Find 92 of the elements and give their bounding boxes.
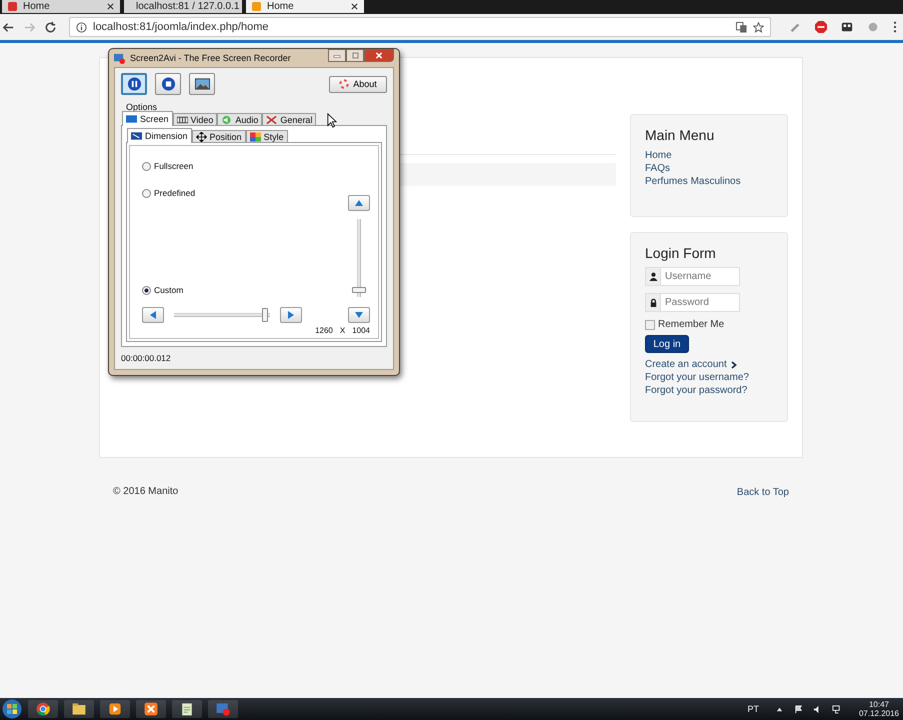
move-icon [196, 132, 207, 142]
flag-icon[interactable] [794, 704, 803, 714]
menu-link[interactable]: Home [645, 149, 773, 162]
card-title: Login Form [645, 245, 717, 261]
window-title: Screen2Avi - The Free Screen Recorder [130, 53, 292, 63]
up-button[interactable] [348, 195, 370, 211]
group-label: Options [125, 102, 158, 112]
film-icon [176, 115, 188, 125]
elapsed-time: 00:00:00.012 [121, 352, 172, 365]
resize-icon [131, 131, 142, 141]
tab[interactable]: Dimension [127, 128, 192, 143]
right-button[interactable] [280, 307, 302, 323]
forgot-link[interactable]: Forgot your password? [645, 384, 773, 397]
tab[interactable]: Video [172, 113, 218, 126]
radio-option[interactable]: Predefined [142, 188, 342, 198]
times-sign: X [340, 326, 346, 335]
width-value: 1260 [315, 326, 333, 335]
remember-label: Remember Me [658, 319, 724, 330]
close-icon[interactable] [351, 3, 358, 10]
notepad-icon[interactable] [172, 700, 202, 718]
maximize-button[interactable] [346, 49, 364, 62]
stop-sign-icon[interactable] [815, 21, 827, 33]
stop-icon [160, 77, 176, 91]
menu-link[interactable]: Perfumes Masculinos [645, 175, 773, 188]
tab[interactable]: General [262, 113, 316, 126]
favicon-icon [8, 2, 17, 11]
username-field[interactable]: Username [645, 267, 740, 286]
create-account-link[interactable]: Create an account [645, 358, 727, 371]
lock-icon [648, 298, 658, 307]
close-button[interactable] [364, 49, 394, 62]
palette-icon [250, 132, 261, 142]
password-field[interactable]: Password [645, 293, 740, 312]
pause-button[interactable] [121, 73, 147, 95]
stop-button[interactable] [155, 73, 181, 95]
xampp-icon[interactable] [136, 700, 166, 718]
right-arrow-icon [286, 310, 296, 320]
down-button[interactable] [348, 307, 370, 323]
pause-icon [126, 77, 142, 91]
menu-link[interactable]: FAQs [645, 162, 773, 175]
favicon-icon [252, 2, 261, 11]
info-icon[interactable] [76, 22, 87, 32]
address-field[interactable]: localhost:81/joomla/index.php/home [69, 17, 771, 37]
language-indicator[interactable]: PT [747, 704, 759, 714]
left-arrow-icon [148, 310, 158, 320]
translate-icon[interactable] [736, 22, 747, 32]
radio-option[interactable]: Custom [142, 285, 342, 295]
start-button[interactable] [2, 699, 22, 719]
media-player-icon[interactable] [100, 700, 130, 718]
login-button[interactable]: Log in [645, 335, 689, 353]
clock-time[interactable]: 10:47 [868, 700, 889, 709]
snapshot-button[interactable] [189, 73, 215, 95]
forgot-link[interactable]: Forgot your username? [645, 371, 773, 384]
menu-icon[interactable] [893, 21, 897, 33]
chrome-icon[interactable] [28, 700, 58, 718]
user-icon [648, 272, 658, 281]
image-icon [194, 77, 210, 91]
folder-icon[interactable] [64, 700, 94, 718]
left-button[interactable] [142, 307, 164, 323]
tab[interactable]: Screen [122, 111, 173, 126]
extension-icon[interactable] [841, 21, 853, 33]
slider-thumb[interactable] [352, 287, 366, 294]
up-arrow-icon [354, 198, 364, 208]
minimize-icon [332, 52, 342, 59]
clock-date[interactable]: 07.12.2016 [858, 709, 899, 718]
tools-icon [266, 115, 278, 125]
copyright-text: © 2016 Manito [113, 486, 178, 499]
back-icon[interactable] [2, 20, 15, 34]
browser-tab[interactable]: Home [2, 0, 120, 13]
tab[interactable]: Audio [217, 113, 262, 126]
remember-checkbox[interactable] [645, 320, 655, 330]
browser-tab[interactable]: Home [246, 0, 364, 13]
app-icon [114, 52, 125, 64]
star-icon[interactable] [753, 22, 764, 32]
about-button[interactable]: About [329, 76, 387, 92]
minimize-button[interactable] [328, 49, 346, 62]
monitor-icon [126, 114, 137, 124]
tab[interactable]: Style [246, 130, 288, 143]
back-to-top-link[interactable]: Back to Top [736, 486, 789, 499]
radio-option[interactable]: Fullscreen [142, 161, 342, 171]
height-value: 1004 [352, 326, 370, 335]
close-icon [374, 52, 384, 59]
down-arrow-icon [354, 310, 364, 320]
lifebuoy-icon [339, 79, 350, 89]
slider-thumb[interactable] [262, 308, 268, 322]
chevron-icon [730, 360, 737, 368]
recorder-icon[interactable] [208, 700, 238, 718]
network-icon[interactable] [832, 704, 841, 714]
card-title: Main Menu [645, 127, 716, 143]
reload-icon[interactable] [44, 20, 57, 34]
close-icon[interactable] [107, 3, 114, 10]
tab[interactable]: Position [192, 130, 246, 143]
maximize-icon [350, 52, 360, 59]
